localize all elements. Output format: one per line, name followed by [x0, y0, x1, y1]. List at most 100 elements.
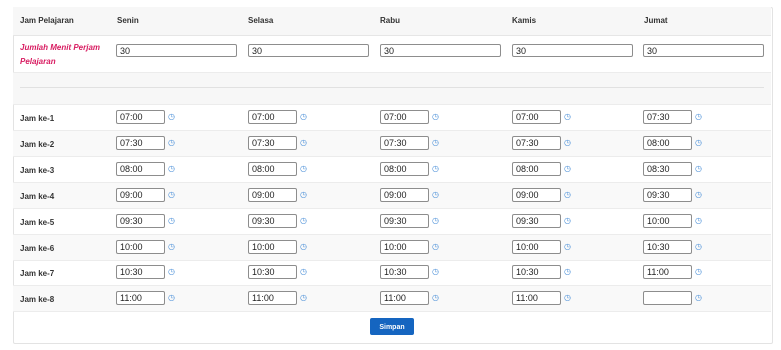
- clock-icon[interactable]: ◷: [432, 217, 440, 225]
- time-input-jam-8-senin[interactable]: [116, 291, 165, 305]
- time-input-jam-5-jumat[interactable]: [643, 214, 692, 228]
- header-kamis: Kamis: [512, 16, 537, 25]
- time-input-jam-7-jumat[interactable]: [643, 265, 692, 279]
- clock-icon[interactable]: ◷: [695, 191, 703, 199]
- time-input-jam-8-jumat[interactable]: [643, 291, 692, 305]
- row-divider: [13, 208, 771, 209]
- clock-icon[interactable]: ◷: [432, 113, 440, 121]
- time-input-jam-3-jumat[interactable]: [643, 162, 692, 176]
- time-input-jam-6-senin[interactable]: [116, 240, 165, 254]
- time-input-jam-4-rabu[interactable]: [380, 188, 429, 202]
- time-input-jam-1-jumat[interactable]: [643, 110, 692, 124]
- clock-icon[interactable]: ◷: [300, 294, 308, 302]
- clock-icon[interactable]: ◷: [564, 165, 572, 173]
- clock-icon[interactable]: ◷: [564, 139, 572, 147]
- clock-icon[interactable]: ◷: [300, 268, 308, 276]
- time-input-jam-4-selasa[interactable]: [248, 188, 297, 202]
- time-input-jam-2-kamis[interactable]: [512, 136, 561, 150]
- minutes-input-kamis[interactable]: [512, 44, 633, 57]
- clock-icon[interactable]: ◷: [564, 268, 572, 276]
- time-input-jam-2-rabu[interactable]: [380, 136, 429, 150]
- time-input-jam-6-rabu[interactable]: [380, 240, 429, 254]
- clock-icon[interactable]: ◷: [168, 243, 176, 251]
- header-rabu: Rabu: [380, 16, 400, 25]
- minutes-per-lesson-label: Jumlah Menit Perjam Pelajaran: [20, 43, 101, 66]
- clock-icon[interactable]: ◷: [695, 243, 703, 251]
- time-input-jam-6-jumat[interactable]: [643, 240, 692, 254]
- time-input-jam-8-rabu[interactable]: [380, 291, 429, 305]
- clock-icon[interactable]: ◷: [168, 268, 176, 276]
- clock-icon[interactable]: ◷: [300, 113, 308, 121]
- header-jam-pelajaran: Jam Pelajaran: [20, 16, 74, 25]
- clock-icon[interactable]: ◷: [695, 268, 703, 276]
- time-input-jam-5-senin[interactable]: [116, 214, 165, 228]
- time-input-jam-3-kamis[interactable]: [512, 162, 561, 176]
- section-divider: [13, 72, 771, 105]
- clock-icon[interactable]: ◷: [168, 191, 176, 199]
- clock-icon[interactable]: ◷: [168, 217, 176, 225]
- time-input-jam-7-kamis[interactable]: [512, 265, 561, 279]
- clock-icon[interactable]: ◷: [695, 113, 703, 121]
- time-input-jam-8-kamis[interactable]: [512, 291, 561, 305]
- time-input-jam-6-kamis[interactable]: [512, 240, 561, 254]
- time-input-jam-3-rabu[interactable]: [380, 162, 429, 176]
- time-input-jam-1-senin[interactable]: [116, 110, 165, 124]
- time-input-jam-7-senin[interactable]: [116, 265, 165, 279]
- row-label-jam-1: Jam ke-1: [20, 114, 55, 123]
- time-input-jam-1-selasa[interactable]: [248, 110, 297, 124]
- clock-icon[interactable]: ◷: [300, 165, 308, 173]
- clock-icon[interactable]: ◷: [300, 217, 308, 225]
- time-input-jam-2-selasa[interactable]: [248, 136, 297, 150]
- row-divider: [13, 156, 771, 157]
- time-input-jam-1-kamis[interactable]: [512, 110, 561, 124]
- minutes-input-senin[interactable]: [116, 44, 237, 57]
- time-input-jam-1-rabu[interactable]: [380, 110, 429, 124]
- time-input-jam-5-selasa[interactable]: [248, 214, 297, 228]
- time-input-jam-4-jumat[interactable]: [643, 188, 692, 202]
- time-input-jam-3-senin[interactable]: [116, 162, 165, 176]
- time-input-jam-4-kamis[interactable]: [512, 188, 561, 202]
- row-label-jam-5: Jam ke-5: [20, 218, 55, 227]
- row-label-jam-3: Jam ke-3: [20, 166, 55, 175]
- time-input-jam-8-selasa[interactable]: [248, 291, 297, 305]
- clock-icon[interactable]: ◷: [168, 165, 176, 173]
- clock-icon[interactable]: ◷: [168, 113, 176, 121]
- time-input-jam-5-kamis[interactable]: [512, 214, 561, 228]
- time-input-jam-2-senin[interactable]: [116, 136, 165, 150]
- clock-icon[interactable]: ◷: [432, 191, 440, 199]
- time-input-jam-7-rabu[interactable]: [380, 265, 429, 279]
- clock-icon[interactable]: ◷: [168, 139, 176, 147]
- clock-icon[interactable]: ◷: [564, 243, 572, 251]
- clock-icon[interactable]: ◷: [300, 243, 308, 251]
- clock-icon[interactable]: ◷: [695, 139, 703, 147]
- clock-icon[interactable]: ◷: [564, 294, 572, 302]
- row-label-jam-8: Jam ke-8: [20, 295, 55, 304]
- clock-icon[interactable]: ◷: [564, 217, 572, 225]
- clock-icon[interactable]: ◷: [168, 294, 176, 302]
- clock-icon[interactable]: ◷: [695, 294, 703, 302]
- save-button[interactable]: Simpan: [370, 318, 414, 335]
- minutes-input-jumat[interactable]: [643, 44, 764, 57]
- clock-icon[interactable]: ◷: [300, 139, 308, 147]
- clock-icon[interactable]: ◷: [432, 294, 440, 302]
- minutes-input-selasa[interactable]: [248, 44, 369, 57]
- clock-icon[interactable]: ◷: [432, 139, 440, 147]
- time-input-jam-7-selasa[interactable]: [248, 265, 297, 279]
- clock-icon[interactable]: ◷: [564, 191, 572, 199]
- time-input-jam-3-selasa[interactable]: [248, 162, 297, 176]
- time-input-jam-5-rabu[interactable]: [380, 214, 429, 228]
- clock-icon[interactable]: ◷: [432, 268, 440, 276]
- clock-icon[interactable]: ◷: [695, 165, 703, 173]
- row-divider: [13, 260, 771, 261]
- time-input-jam-6-selasa[interactable]: [248, 240, 297, 254]
- clock-icon[interactable]: ◷: [695, 217, 703, 225]
- row-divider: [13, 311, 771, 312]
- time-input-jam-4-senin[interactable]: [116, 188, 165, 202]
- clock-icon[interactable]: ◷: [432, 243, 440, 251]
- row-label-jam-6: Jam ke-6: [20, 244, 55, 253]
- clock-icon[interactable]: ◷: [300, 191, 308, 199]
- time-input-jam-2-jumat[interactable]: [643, 136, 692, 150]
- clock-icon[interactable]: ◷: [432, 165, 440, 173]
- minutes-input-rabu[interactable]: [380, 44, 501, 57]
- clock-icon[interactable]: ◷: [564, 113, 572, 121]
